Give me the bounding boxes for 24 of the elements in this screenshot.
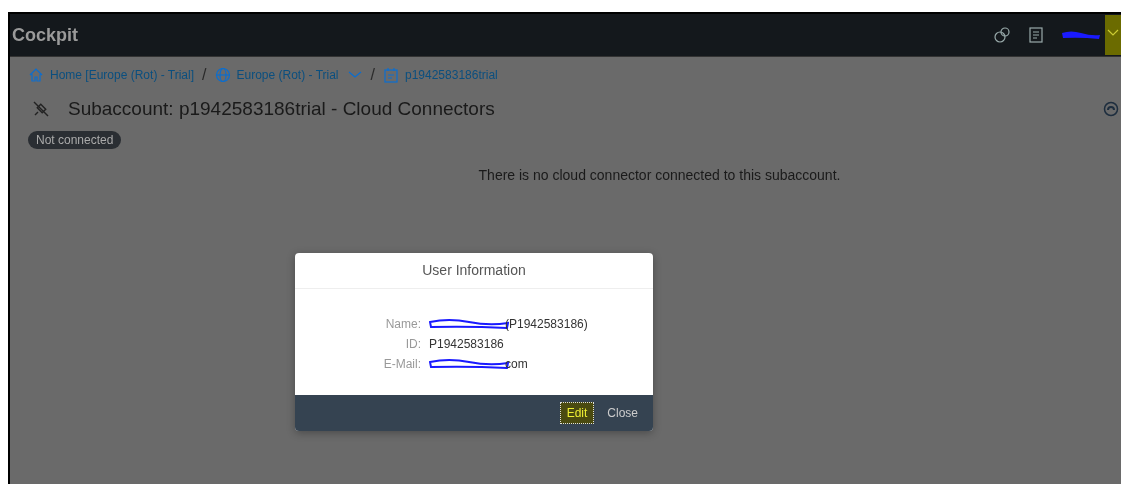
notes-icon[interactable] xyxy=(1029,27,1043,43)
breadcrumb-separator: / xyxy=(370,66,375,84)
field-value: com xyxy=(505,357,528,371)
redaction-mark xyxy=(1061,29,1101,41)
dialog-button[interactable]: Edit xyxy=(559,402,595,424)
breadcrumb-link[interactable]: p1942583186trial xyxy=(405,68,498,82)
dialog-button[interactable]: Close xyxy=(600,402,645,424)
breadcrumb-link[interactable]: Europe (Rot) - Trial xyxy=(236,67,363,83)
empty-message: There is no cloud connector connected to this subaccount. xyxy=(477,167,842,183)
field-value: (P1942583186) xyxy=(505,317,588,331)
breadcrumb-link[interactable]: Home [Europe (Rot) - Trial] xyxy=(50,68,195,82)
breadcrumb-separator: / xyxy=(202,66,207,84)
field-value: P1942583186 xyxy=(429,337,504,351)
app-title: Cockpit xyxy=(12,24,78,46)
page-title: Subaccount: p1942583186trial - Cloud Connectors xyxy=(68,98,496,120)
field-label: E-Mail: xyxy=(382,357,421,371)
field-label: ID: xyxy=(404,337,421,351)
calendar-icon xyxy=(383,67,399,83)
dialog-title: User Information xyxy=(295,253,653,289)
status-badge: Not connected xyxy=(28,131,122,149)
home-icon xyxy=(28,67,44,83)
field-label: Name: xyxy=(384,317,421,331)
disconnected-plug-icon xyxy=(32,100,50,118)
globe-icon xyxy=(214,67,231,83)
